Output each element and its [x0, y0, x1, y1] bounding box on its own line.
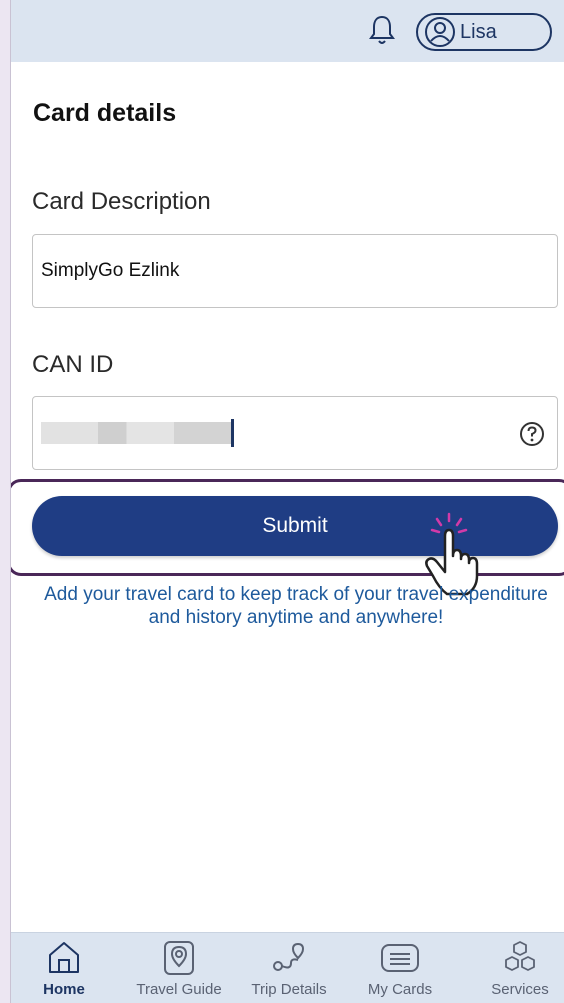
card-description-input[interactable]: SimplyGo Ezlink: [32, 234, 558, 308]
help-icon[interactable]: [519, 421, 545, 447]
notification-bell-icon[interactable]: [369, 14, 395, 46]
can-id-input[interactable]: [32, 396, 558, 470]
text-cursor: [231, 419, 234, 447]
nav-home[interactable]: Home: [14, 933, 114, 1003]
nav-services[interactable]: Services: [470, 933, 564, 1003]
masked-can-value: [41, 422, 231, 444]
boxes-icon: [505, 941, 535, 971]
top-bar: Lisa: [11, 0, 564, 62]
card-description-label: Card Description: [32, 188, 211, 215]
info-message: Add your travel card to keep track of yo…: [44, 584, 548, 628]
nav-my-cards[interactable]: My Cards: [350, 933, 450, 1003]
nav-trip-details[interactable]: Trip Details: [239, 933, 339, 1003]
card-description-value: SimplyGo Ezlink: [41, 260, 180, 281]
app-screen: Lisa Card details Card Description Simpl…: [10, 0, 564, 1003]
route-icon: [273, 942, 305, 971]
nav-travel-guide-label: Travel Guide: [136, 981, 222, 998]
bottom-navigation: Home Travel Guide Trip Details My Cards …: [11, 932, 564, 1003]
nav-trip-details-label: Trip Details: [251, 981, 327, 998]
home-icon: [49, 942, 79, 973]
can-id-label: CAN ID: [32, 351, 114, 378]
user-name: Lisa: [460, 20, 497, 43]
map-pin-icon: [164, 941, 194, 975]
user-profile-button[interactable]: Lisa: [416, 13, 552, 51]
nav-home-label: Home: [43, 981, 85, 998]
nav-my-cards-label: My Cards: [367, 981, 433, 998]
nav-travel-guide[interactable]: Travel Guide: [129, 933, 229, 1003]
nav-services-label: Services: [491, 981, 549, 998]
user-avatar-icon: [425, 17, 455, 47]
card-icon: [381, 944, 419, 972]
page-title: Card details: [33, 99, 177, 127]
